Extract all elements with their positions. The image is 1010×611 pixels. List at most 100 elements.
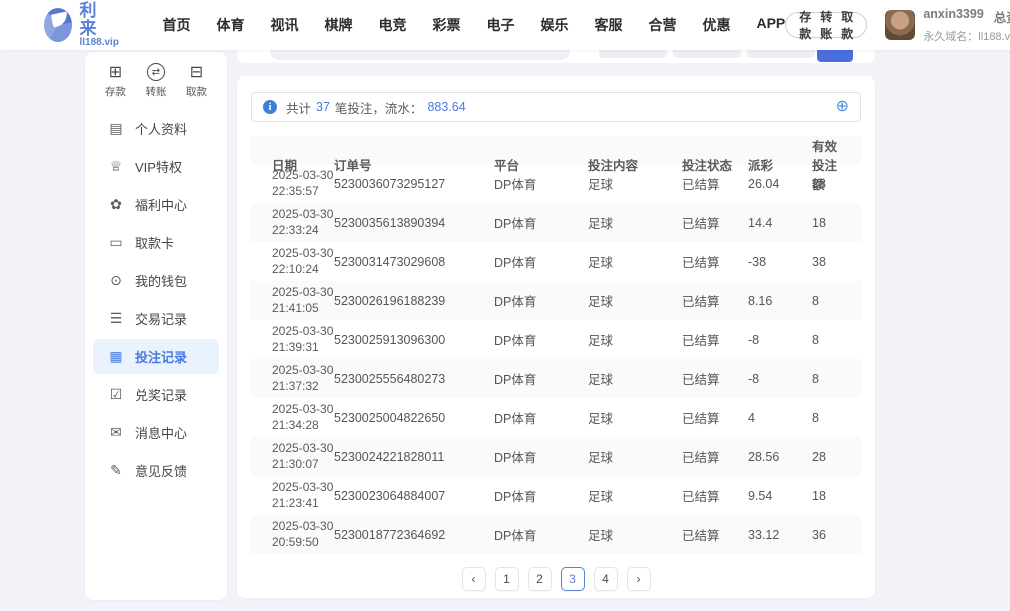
- cell-bet-content: 足球: [588, 330, 682, 349]
- col-header-payout: 派彩: [748, 155, 812, 174]
- nav-item[interactable]: 电竞: [378, 15, 406, 35]
- pagination-button[interactable]: 1: [495, 567, 519, 591]
- nav-item[interactable]: 电子: [486, 15, 514, 35]
- cell-time: 20:59:50: [272, 535, 334, 551]
- filter-search-button[interactable]: [817, 50, 853, 62]
- wallet-pill-item[interactable]: 取款: [841, 8, 853, 42]
- turnover-amount: 883.64: [427, 100, 465, 114]
- wallet-pill-item[interactable]: 存款: [799, 8, 811, 42]
- cell-payout: 4: [748, 411, 812, 425]
- sidebar-menu-item[interactable]: ▦ 投注记录: [93, 339, 219, 374]
- nav-item[interactable]: 首页: [162, 15, 190, 35]
- filter-chip[interactable]: [599, 50, 667, 58]
- sidebar-menu-label: 兑奖记录: [135, 385, 187, 404]
- nav-item[interactable]: 客服: [594, 15, 622, 35]
- cell-date: 2025-03-30: [272, 441, 334, 457]
- sidebar-menu-item[interactable]: ☰ 交易记录: [93, 301, 219, 336]
- quick-action[interactable]: ⇄ 转账: [146, 62, 167, 99]
- nav-item[interactable]: APP: [756, 15, 785, 35]
- table-row: 2025-03-30 22:10:24 5230031473029608 DP体…: [251, 242, 861, 281]
- cell-bet-content: 足球: [588, 369, 682, 388]
- bet-records-table: 日期 订单号 平台 投注内容 投注状态 派彩 有效投注额 2025-03-30 …: [251, 136, 861, 554]
- table-row: 2025-03-30 20:59:50 5230018772364692 DP体…: [251, 515, 861, 554]
- cell-bet-content: 足球: [588, 252, 682, 271]
- wallet-quick-pill: 存款转账取款: [785, 12, 867, 38]
- cell-bet-content: 足球: [588, 213, 682, 232]
- bankcard-icon: ▭: [108, 234, 124, 251]
- cell-time: 21:23:41: [272, 496, 334, 512]
- sidebar-menu-label: VIP特权: [135, 157, 182, 176]
- username: anxin3399: [923, 7, 983, 26]
- col-header-order: 订单号: [334, 155, 494, 174]
- pagination-button[interactable]: 3: [561, 567, 585, 591]
- sidebar-menu-label: 意见反馈: [135, 461, 187, 480]
- nav-item[interactable]: 视讯: [270, 15, 298, 35]
- table-row: 2025-03-30 21:39:31 5230025913096300 DP体…: [251, 320, 861, 359]
- cell-order-number: 5230024221828011: [334, 450, 494, 464]
- cell-bet-status: 已结算: [682, 447, 748, 466]
- cell-time: 22:10:24: [272, 262, 334, 278]
- nav-item[interactable]: 体育: [216, 15, 244, 35]
- brand-domain: ll188.vip: [79, 38, 124, 49]
- pagination-button[interactable]: ‹: [462, 567, 486, 591]
- table-row: 2025-03-30 22:33:24 5230035613890394 DP体…: [251, 203, 861, 242]
- cell-order-number: 5230031473029608: [334, 255, 494, 269]
- main-nav: 首页 体育 视讯 棋牌 电竞 彩票 电子 娱乐 客服 合营 优惠 APP: [162, 15, 785, 35]
- cell-payout: 26.04: [748, 177, 812, 191]
- sidebar-menu-item[interactable]: ✎ 意见反馈: [93, 453, 219, 488]
- cell-bet-content: 足球: [588, 174, 682, 193]
- sidebar-menu-item[interactable]: ☑ 兑奖记录: [93, 377, 219, 412]
- quick-action-label: 转账: [146, 84, 167, 99]
- table-row: 2025-03-30 21:30:07 5230024221828011 DP体…: [251, 437, 861, 476]
- nav-item[interactable]: 优惠: [702, 15, 730, 35]
- quick-action-label: 取款: [186, 84, 207, 99]
- sidebar-menu-item[interactable]: ⊙ 我的钱包: [93, 263, 219, 298]
- cell-bet-status: 已结算: [682, 486, 748, 505]
- cell-order-number: 5230026196188239: [334, 294, 494, 308]
- cell-bet-content: 足球: [588, 525, 682, 544]
- sidebar-menu-item[interactable]: ✿ 福利中心: [93, 187, 219, 222]
- quick-action[interactable]: ⊞ 存款: [105, 62, 126, 99]
- col-header-platform: 平台: [494, 155, 588, 174]
- date-range-input[interactable]: [270, 50, 570, 60]
- cell-date: 2025-03-30: [272, 207, 334, 223]
- wallet-pill-item[interactable]: 转账: [820, 8, 832, 42]
- pagination-button[interactable]: ›: [627, 567, 651, 591]
- cell-payout: 28.56: [748, 450, 812, 464]
- filter-chip[interactable]: [673, 50, 741, 58]
- summary-prefix: 共计: [286, 98, 311, 117]
- brand-name: 利 来: [79, 2, 124, 38]
- nav-item[interactable]: 合营: [648, 15, 676, 35]
- nav-item[interactable]: 彩票: [432, 15, 460, 35]
- cell-bet-status: 已结算: [682, 369, 748, 388]
- cell-date: 2025-03-30: [272, 285, 334, 301]
- prize-icon: ☑: [108, 386, 124, 403]
- pagination-button[interactable]: 2: [528, 567, 552, 591]
- cell-time: 21:37:32: [272, 379, 334, 395]
- table-row: 2025-03-30 21:41:05 5230026196188239 DP体…: [251, 281, 861, 320]
- cell-bet-status: 已结算: [682, 291, 748, 310]
- avatar[interactable]: [885, 10, 915, 40]
- sidebar-menu-item[interactable]: ▤ 个人资料: [93, 111, 219, 146]
- filter-chip[interactable]: [747, 50, 815, 58]
- cell-platform: DP体育: [494, 291, 588, 310]
- sidebar-menu-item[interactable]: ▭ 取款卡: [93, 225, 219, 260]
- nav-item[interactable]: 娱乐: [540, 15, 568, 35]
- summary-suffix: 笔投注，流水：: [335, 98, 423, 117]
- pagination-button[interactable]: 4: [594, 567, 618, 591]
- sidebar-menu-item[interactable]: ♕ VIP特权: [93, 149, 219, 184]
- filter-bar-clipped: [237, 50, 875, 63]
- cell-time: 21:30:07: [272, 457, 334, 473]
- cell-order-number: 5230036073295127: [334, 177, 494, 191]
- plus-circle-icon[interactable]: ⊕: [836, 99, 849, 115]
- top-bar: 利 来 ll188.vip 首页体育视讯棋牌电竞彩票电子娱乐客服合营优惠APP …: [0, 0, 1010, 50]
- cell-valid-amount: 36: [812, 528, 840, 542]
- bet-count: 37: [316, 100, 330, 114]
- nav-item[interactable]: 棋牌: [324, 15, 352, 35]
- idcard-icon: ▤: [108, 120, 124, 137]
- quick-action[interactable]: ⊟ 取款: [186, 62, 207, 99]
- user-block[interactable]: anxin3399 总资产： 1363.49元 永久域名：ll188.vip |…: [885, 7, 1010, 44]
- brand-logo[interactable]: 利 来 ll188.vip: [44, 2, 124, 48]
- sidebar-menu-item[interactable]: ✉ 消息中心: [93, 415, 219, 450]
- sidebar-menu-label: 消息中心: [135, 423, 187, 442]
